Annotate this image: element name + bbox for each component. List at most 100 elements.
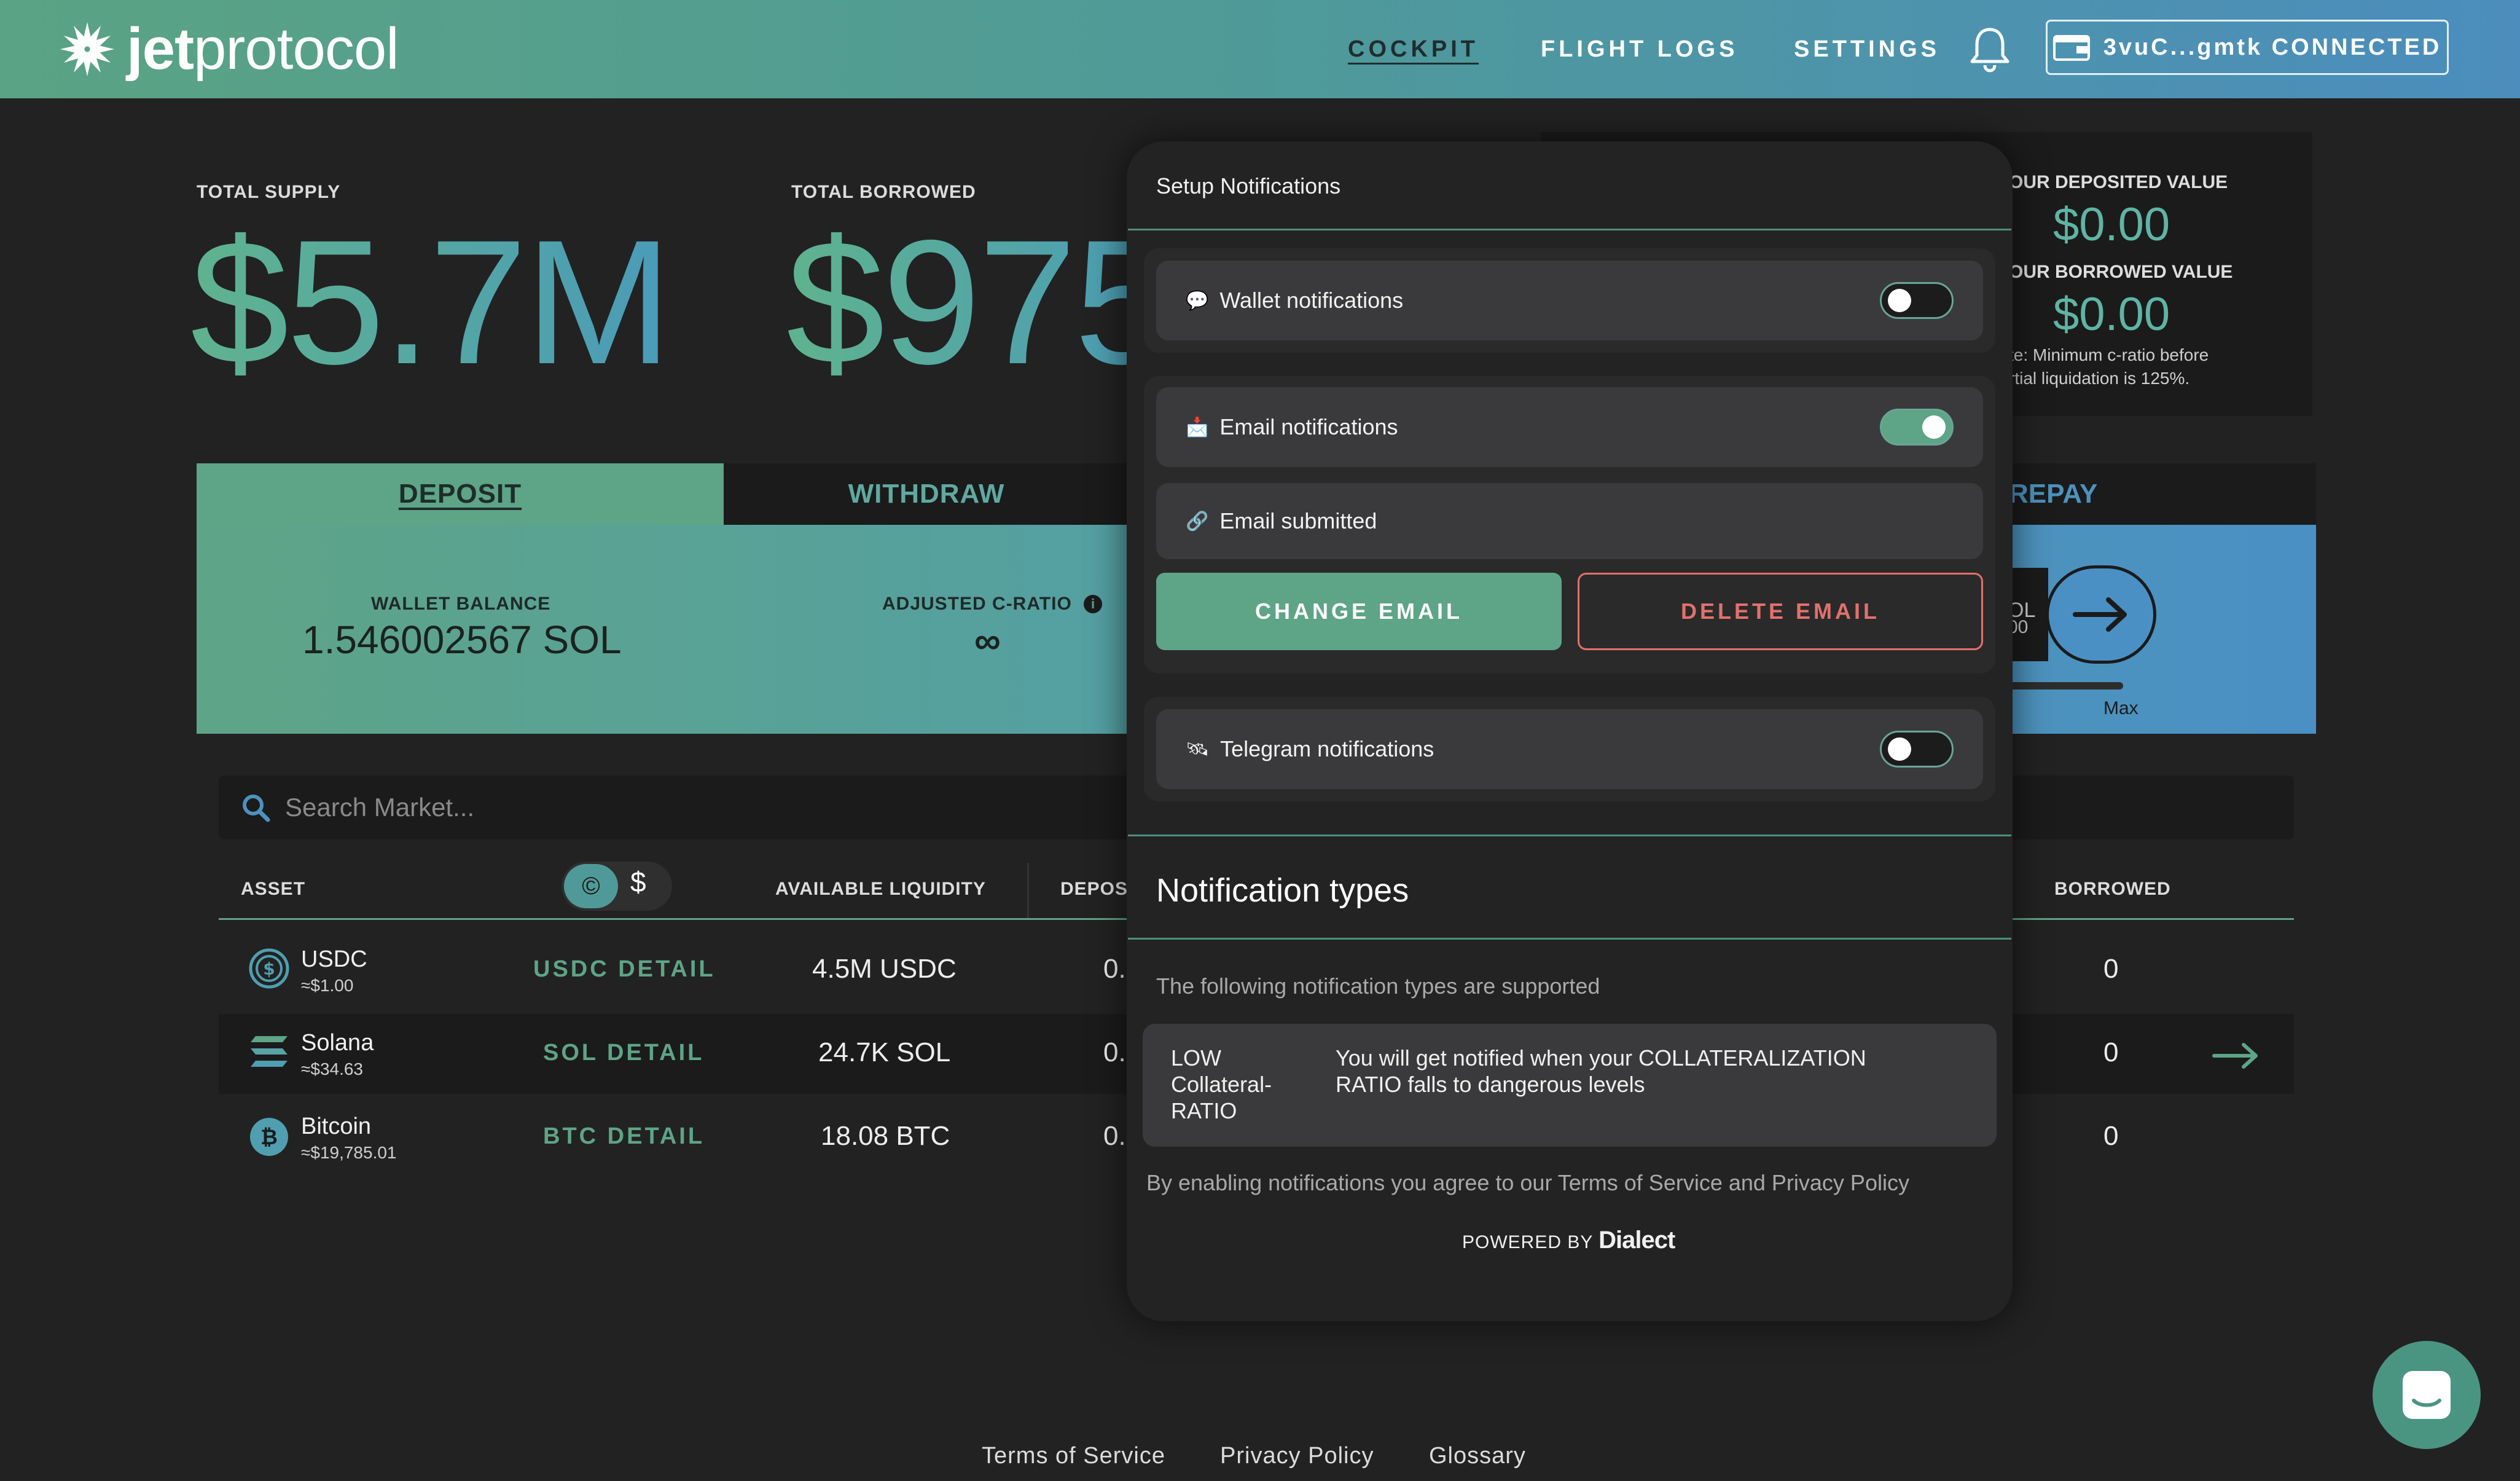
deposited-cell: 0. <box>1103 1037 1126 1067</box>
usdc-icon: $ <box>249 948 289 989</box>
borrowed-cell: 0 <box>2103 1037 2119 1067</box>
email-notifications-toggle[interactable] <box>1880 409 1954 446</box>
speech-bubble-icon: 💬 <box>1186 290 1209 311</box>
wallet-notifications-label: Wallet notifications <box>1219 288 1404 313</box>
telegram-notifications-toggle[interactable] <box>1880 731 1954 768</box>
chat-icon <box>2403 1371 2451 1419</box>
wallet-icon <box>2052 35 2090 61</box>
row-arrow-icon[interactable] <box>2212 1042 2261 1069</box>
notification-types-subtitle: The following notification types are sup… <box>1156 973 1600 999</box>
deposited-value-label: OUR DEPOSITED VALUE <box>2009 172 2228 192</box>
solana-icon <box>251 1036 288 1067</box>
bell-icon[interactable] <box>1968 25 2011 74</box>
usd-unit-option[interactable]: $ <box>630 865 646 898</box>
unit-toggle[interactable]: © $ <box>562 862 672 911</box>
email-status-row: 🔗 Email submitted <box>1156 483 1983 559</box>
borrowed-cell: 0 <box>2103 954 2119 984</box>
tab-deposit[interactable]: DEPOSIT <box>197 463 724 525</box>
total-borrowed-label: TOTAL BORROWED <box>791 182 976 202</box>
delete-email-button[interactable]: DELETE EMAIL <box>1578 573 1983 650</box>
column-header-borrowed: BORROWED <box>2054 879 2171 899</box>
c-ratio-value: ∞ <box>974 620 1001 661</box>
notification-type-key: LOW Collateral- RATIO <box>1171 1045 1272 1124</box>
asset-price: ≈$1.00 <box>301 976 354 995</box>
c-ratio-note-line-2: rtial liquidation is 125%. <box>2009 369 2190 388</box>
liquidity-cell: 24.7K SOL <box>818 1037 951 1067</box>
notification-types-title: Notification types <box>1156 872 1409 909</box>
jet-logo-icon <box>60 22 114 76</box>
telegram-notifications-label: Telegram notifications <box>1220 736 1434 761</box>
nav-flight-logs[interactable]: FLIGHT LOGS <box>1541 0 1738 98</box>
amount-input-fragment[interactable]: OL 00 <box>2008 568 2048 661</box>
change-email-button[interactable]: CHANGE EMAIL <box>1156 573 1562 650</box>
column-header-liquidity: AVAILABLE LIQUIDITY <box>775 879 986 899</box>
modal-title-divider <box>1128 229 2011 230</box>
nav-cockpit[interactable]: COCKPIT <box>1348 0 1479 98</box>
liquidity-cell: 18.08 BTC <box>821 1121 950 1151</box>
notification-types-divider-top <box>1128 835 2011 836</box>
satellite-icon: 🛰 <box>1186 739 1210 760</box>
submit-arrow-button[interactable] <box>2046 565 2156 664</box>
btc-detail-link[interactable]: BTC DETAIL <box>543 1123 705 1150</box>
bitcoin-icon: ₿ <box>250 1118 288 1156</box>
svg-text:₿: ₿ <box>260 1125 278 1150</box>
search-icon <box>243 795 270 822</box>
c-ratio-note-line-1: te: Minimum c-ratio before <box>2009 345 2209 364</box>
native-unit-option[interactable]: © <box>564 864 618 908</box>
asset-name: Bitcoin <box>301 1114 372 1139</box>
wallet-notifications-toggle[interactable] <box>1880 282 1954 319</box>
c-ratio-label: ADJUSTED C-RATIO <box>882 594 1072 614</box>
deposited-cell: 0. <box>1103 1121 1126 1151</box>
top-header: jetprotocol COCKPIT FLIGHT LOGS SETTINGS… <box>0 0 2520 98</box>
borrowed-value: $0.00 <box>2053 288 2170 340</box>
powered-by-dialect[interactable]: POWERED BY Dialect <box>1462 1227 1675 1254</box>
wallet-balance-value: 1.546002567 SOL <box>302 618 622 662</box>
column-header-asset: ASSET <box>241 879 306 899</box>
footer-privacy-link[interactable]: Privacy Policy <box>1220 1443 1374 1469</box>
search-input[interactable]: Search Market... <box>285 793 474 822</box>
link-icon: 🔗 <box>1186 511 1209 532</box>
asset-name: Solana <box>301 1030 374 1056</box>
deposited-cell: 0. <box>1103 954 1126 984</box>
total-supply-value: $5.7M <box>190 203 672 401</box>
info-icon[interactable]: i <box>1084 595 1102 613</box>
envelope-icon: 📩 <box>1186 417 1209 438</box>
svg-text:$: $ <box>263 959 275 979</box>
wallet-label: 3vuC...gmtk CONNECTED <box>2103 34 2442 60</box>
asset-price: ≈$34.63 <box>301 1059 364 1078</box>
arrow-right-icon <box>2073 597 2127 632</box>
asset-name: USDC <box>301 946 367 972</box>
total-borrowed-value: $975 <box>786 203 1173 401</box>
borrowed-value-label: OUR BORROWED VALUE <box>2009 262 2233 282</box>
wallet-balance-label: WALLET BALANCE <box>371 594 551 614</box>
sol-detail-link[interactable]: SOL DETAIL <box>543 1040 704 1066</box>
notification-type-description: You will get notified when your COLLATER… <box>1336 1045 1866 1098</box>
total-supply-label: TOTAL SUPPLY <box>197 182 341 202</box>
amount-slider[interactable] <box>2009 682 2123 689</box>
asset-price: ≈$19,785.01 <box>301 1143 397 1162</box>
email-submitted-label: Email submitted <box>1219 508 1377 533</box>
agreement-text: By enabling notifications you agree to o… <box>1146 1170 1909 1195</box>
email-notifications-row: 📩 Email notifications <box>1156 387 1983 467</box>
logo-wordmark: jetprotocol <box>127 16 399 82</box>
liquidity-cell: 4.5M USDC <box>812 954 957 984</box>
usdc-detail-link[interactable]: USDC DETAIL <box>533 956 716 983</box>
column-header-deposited: DEPOS <box>1060 879 1129 899</box>
wallet-connect-button[interactable]: 3vuC...gmtk CONNECTED <box>2046 20 2449 75</box>
support-chat-button[interactable] <box>2373 1341 2481 1449</box>
footer-terms-link[interactable]: Terms of Service <box>982 1443 1165 1469</box>
wallet-notifications-row: 💬 Wallet notifications <box>1156 261 1983 340</box>
tab-withdraw[interactable]: WITHDRAW <box>724 463 1129 525</box>
modal-title: Setup Notifications <box>1156 173 1341 198</box>
deposited-value: $0.00 <box>2053 198 2170 251</box>
max-label[interactable]: Max <box>2103 698 2138 719</box>
logo[interactable]: jetprotocol <box>57 12 399 86</box>
tab-repay[interactable]: REPAY <box>2003 463 2316 525</box>
telegram-notifications-row: 🛰 Telegram notifications <box>1156 709 1983 789</box>
column-divider <box>1027 863 1029 918</box>
notification-types-divider-bottom <box>1128 938 2011 940</box>
nav-settings[interactable]: SETTINGS <box>1794 0 1940 98</box>
email-notifications-label: Email notifications <box>1219 414 1398 439</box>
borrowed-cell: 0 <box>2103 1121 2119 1151</box>
footer-glossary-link[interactable]: Glossary <box>1429 1443 1526 1469</box>
